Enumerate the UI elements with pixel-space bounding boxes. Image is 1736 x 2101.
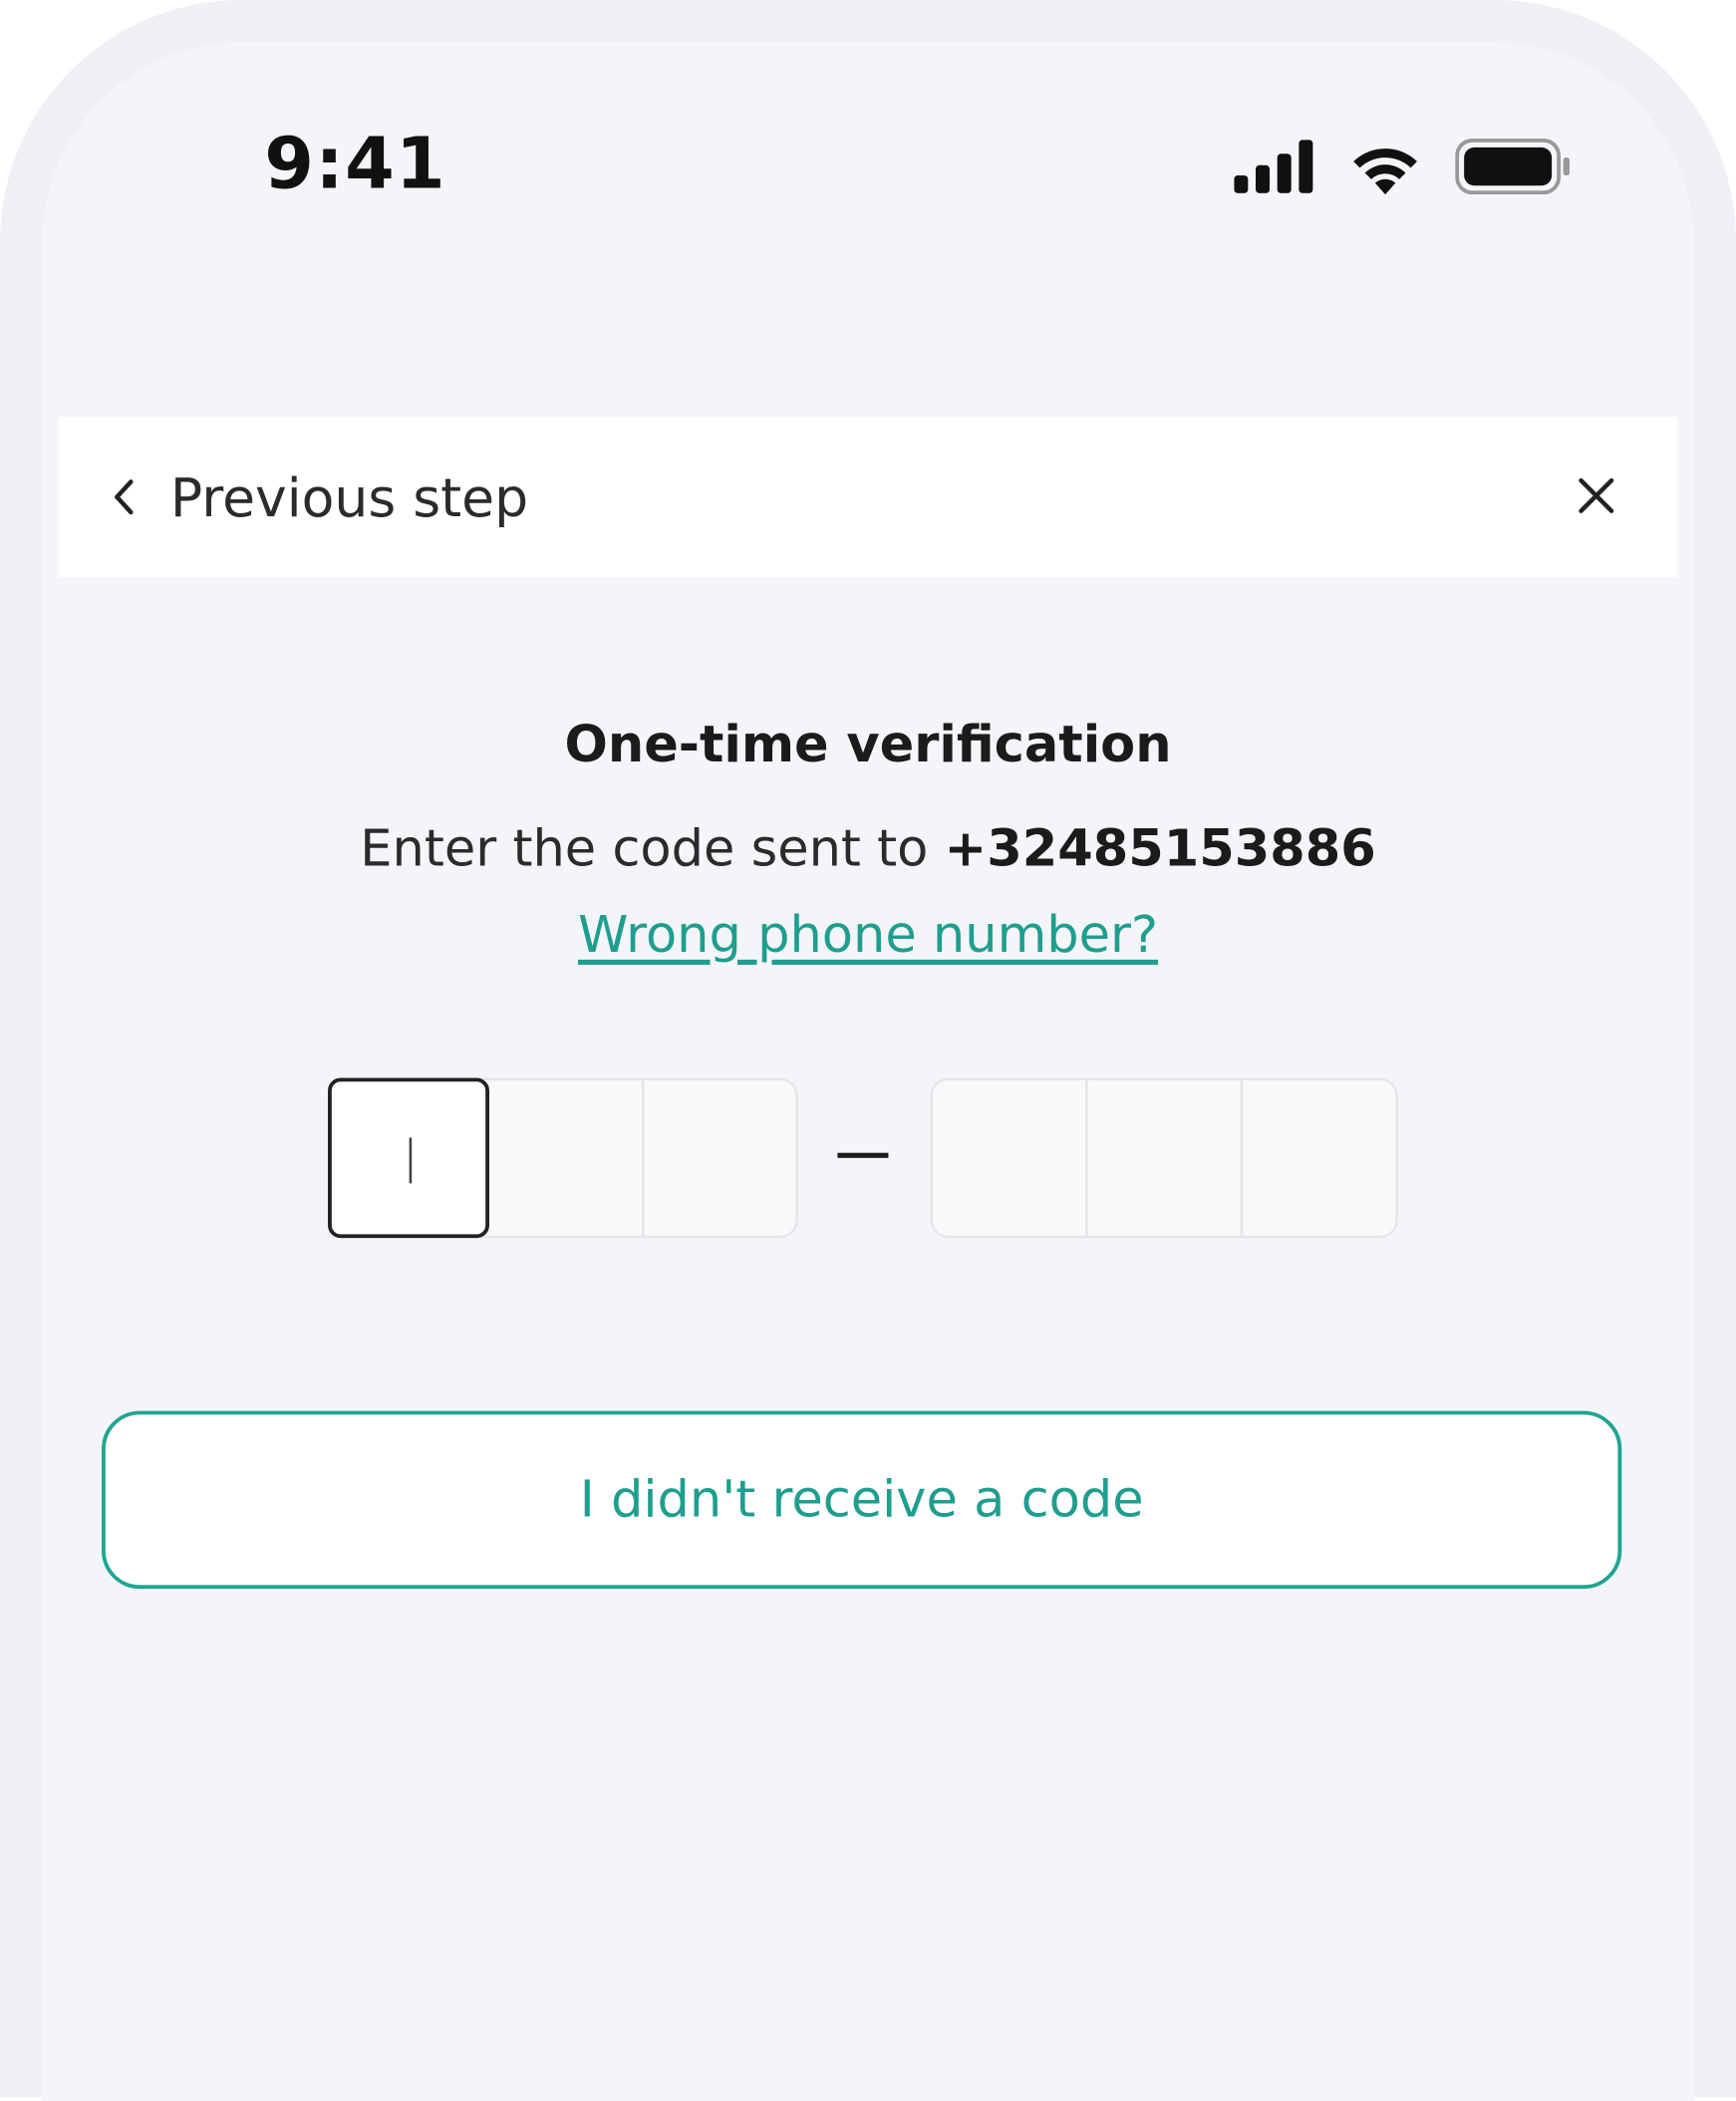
verification-instructions: Enter the code sent to +32485153886 [42,820,1694,879]
chevron-left-icon [115,479,134,515]
status-icons [1234,139,1572,195]
close-icon [1579,477,1614,513]
code-group-first [328,1077,798,1239]
app-screen: 9:41 Previous step One-time verification… [42,42,1694,2101]
code-digit-2-input[interactable] [489,1080,644,1236]
instructions-text: Enter the code sent to [360,819,945,879]
page-title: One-time verification [564,715,1172,774]
code-digit-4-input[interactable] [933,1080,1088,1236]
wrong-phone-number-link[interactable]: Wrong phone number? [42,906,1694,965]
code-group-second [930,1077,1398,1239]
phone-mockup: 9:41 Previous step One-time verification… [0,0,1736,2101]
code-digit-1-input[interactable] [328,1077,489,1239]
battery-icon [1455,139,1570,195]
resend-code-button[interactable]: I didn't receive a code [102,1410,1622,1590]
previous-step-button[interactable]: Previous step [110,452,528,541]
close-button[interactable] [1569,467,1624,523]
phone-number: +32485153886 [944,819,1376,879]
text-caret [409,1137,412,1184]
code-digit-3-input[interactable] [644,1080,795,1236]
code-separator [837,1152,889,1158]
code-digit-5-input[interactable] [1088,1080,1244,1236]
code-digit-6-input[interactable] [1243,1080,1395,1236]
top-nav-bar: Previous step [58,417,1678,577]
status-time: 9:41 [264,123,447,206]
wifi-icon [1353,149,1417,195]
previous-step-label: Previous step [169,465,529,528]
signal-icon [1234,140,1313,193]
